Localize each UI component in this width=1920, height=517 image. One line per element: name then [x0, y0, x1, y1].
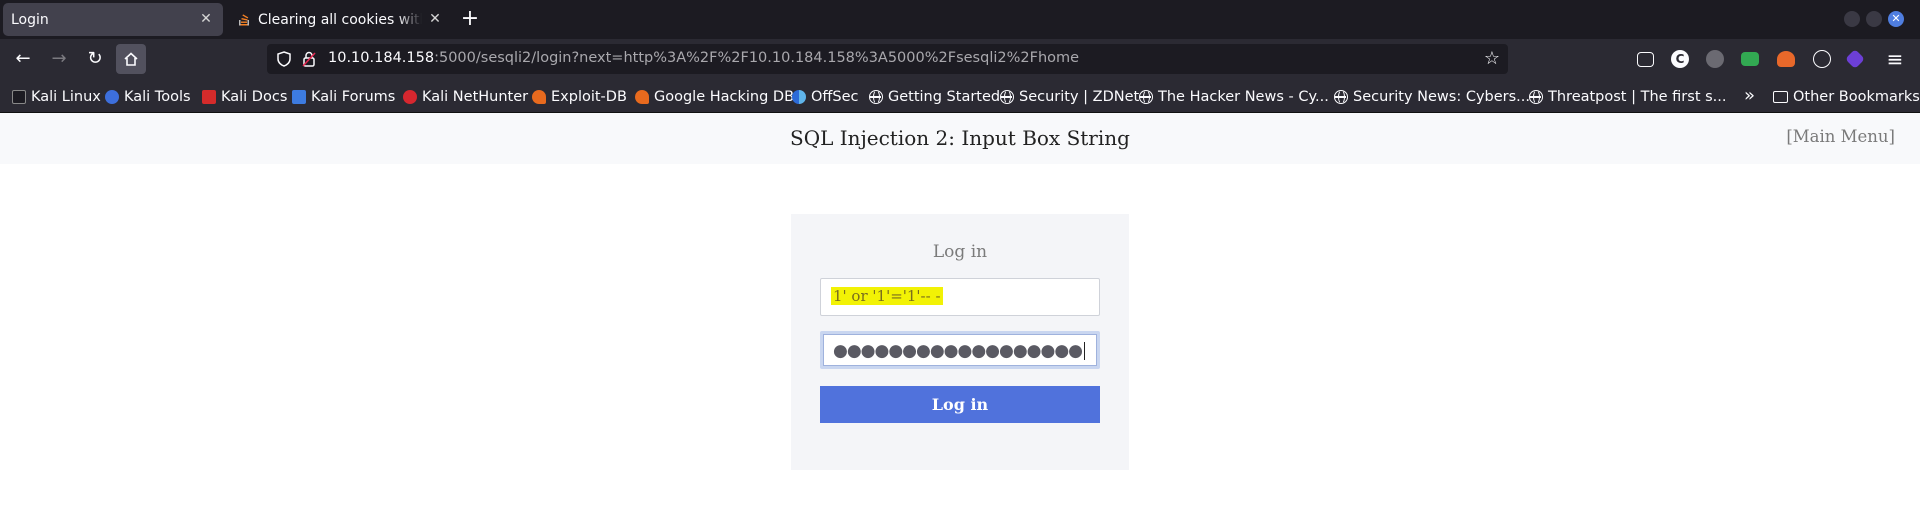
bookmark-hacker-news[interactable]: The Hacker News - Cy... — [1139, 87, 1329, 107]
bookmark-label: Kali Tools — [124, 89, 191, 105]
bookmark-label: Security | ZDNet — [1019, 89, 1140, 105]
stackoverflow-icon — [239, 14, 249, 26]
login-heading: Log in — [932, 242, 988, 262]
kali-dragon-icon — [12, 90, 26, 104]
close-window-button[interactable]: ✕ — [1888, 11, 1904, 27]
minimize-button[interactable] — [1844, 11, 1860, 27]
back-button[interactable]: ← — [8, 44, 38, 74]
text-caret — [1084, 342, 1086, 360]
bookmark-security-news[interactable]: Security News: Cybers... — [1334, 87, 1530, 107]
kali-docs-icon — [202, 90, 216, 104]
kali-tools-icon — [105, 90, 119, 104]
reload-button[interactable]: ↻ — [80, 44, 110, 74]
bookmark-label: Getting Started — [888, 89, 1001, 105]
extension-circle-icon[interactable] — [1706, 50, 1724, 68]
bookmark-label: Google Hacking DB — [654, 89, 795, 105]
tab-label: Login — [11, 11, 49, 28]
bookmark-label: OffSec — [811, 89, 859, 105]
bookmark-kali-linux[interactable]: Kali Linux — [12, 87, 101, 107]
username-value: 1' or '1'='1'-- - — [831, 287, 943, 305]
username-input[interactable]: 1' or '1'='1'-- - — [820, 278, 1100, 316]
bookmark-label: Security News: Cybers... — [1353, 89, 1531, 105]
page-header: SQL Injection 2: Input Box String [Main … — [0, 113, 1920, 164]
bookmark-star-icon[interactable]: ☆ — [1484, 48, 1500, 69]
kali-forums-icon — [292, 90, 306, 104]
bookmark-label: Kali Linux — [31, 89, 101, 105]
bookmark-label: Exploit-DB — [551, 89, 627, 105]
password-value: ●●●●●●●●●●●●●●●●●● — [833, 341, 1086, 361]
globe-icon — [1139, 90, 1153, 104]
tab-login[interactable]: Login ✕ — [3, 3, 223, 36]
globe-icon — [1000, 90, 1014, 104]
other-bookmarks[interactable]: Other Bookmarks — [1773, 87, 1920, 107]
bookmark-threatpost[interactable]: Threatpost | The first s... — [1529, 87, 1727, 107]
address-bar[interactable]: 10.10.184.158:5000/sesqli2/login?next=ht… — [267, 44, 1508, 74]
bookmark-google-hacking-db[interactable]: Google Hacking DB — [635, 87, 794, 107]
new-tab-button[interactable]: + — [458, 6, 482, 32]
tracking-protection-icon[interactable] — [275, 50, 293, 68]
bookmarks-toolbar: Kali Linux Kali Tools Kali Docs Kali For… — [0, 79, 1920, 113]
bookmark-label: The Hacker News - Cy... — [1158, 89, 1329, 105]
globe-icon — [1334, 90, 1348, 104]
bookmark-kali-forums[interactable]: Kali Forums — [292, 87, 395, 107]
foxyproxy-icon[interactable] — [1777, 51, 1795, 67]
bookmark-label: Kali NetHunter — [422, 89, 529, 105]
url-text: 10.10.184.158:5000/sesqli2/login?next=ht… — [328, 50, 1079, 66]
bookmark-offsec[interactable]: OffSec — [792, 87, 859, 107]
tab-clearing-cookies[interactable]: Clearing all cookies with JavaScript ✕ — [228, 3, 452, 36]
main-menu-link[interactable]: [Main Menu] — [1786, 127, 1895, 146]
home-icon — [124, 52, 138, 66]
bookmark-zdnet[interactable]: Security | ZDNet — [1000, 87, 1139, 107]
login-button[interactable]: Log in — [820, 386, 1100, 423]
bookmark-kali-tools[interactable]: Kali Tools — [105, 87, 191, 107]
bookmarks-overflow-chevron-icon[interactable]: » — [1744, 85, 1755, 106]
tab-strip: Login ✕ Clearing all cookies with JavaSc… — [0, 0, 1920, 39]
close-tab-icon[interactable]: ✕ — [196, 9, 216, 29]
home-button[interactable] — [116, 44, 146, 74]
globe-icon — [1529, 90, 1543, 104]
bookmark-kali-nethunter[interactable]: Kali NetHunter — [403, 87, 528, 107]
navigation-toolbar: ← → ↻ 10.10.184.158:5000/sesqli2/login?n… — [0, 39, 1920, 79]
pocket-icon[interactable] — [1637, 52, 1654, 67]
nethunter-icon — [403, 90, 417, 104]
ghdb-icon — [635, 90, 649, 104]
bookmark-exploit-db[interactable]: Exploit-DB — [532, 87, 627, 107]
bookmark-label: Other Bookmarks — [1793, 89, 1920, 105]
bookmark-label: Kali Forums — [311, 89, 396, 105]
insecure-lock-icon[interactable] — [300, 50, 318, 68]
login-panel: Log in 1' or '1'='1'-- - ●●●●●●●●●●●●●●●… — [791, 214, 1129, 470]
bookmark-label: Threatpost | The first s... — [1548, 89, 1727, 105]
url-path: :5000/sesqli2/login?next=http%3A%2F%2F10… — [434, 50, 1080, 66]
forward-button[interactable]: → — [44, 44, 74, 74]
bookmark-kali-docs[interactable]: Kali Docs — [202, 87, 287, 107]
password-mask: ●●●●●●●●●●●●●●●●●● — [833, 341, 1083, 361]
wappalyzer-icon[interactable] — [1845, 49, 1865, 69]
close-tab-icon[interactable]: ✕ — [425, 9, 445, 29]
cookie-editor-icon[interactable]: C — [1671, 50, 1689, 68]
tab-label: Clearing all cookies with JavaScript — [258, 11, 422, 28]
page-title: SQL Injection 2: Input Box String — [790, 126, 1130, 150]
bookmark-label: Kali Docs — [221, 89, 288, 105]
globe-icon — [869, 90, 883, 104]
maximize-button[interactable] — [1866, 11, 1882, 27]
folder-icon — [1773, 91, 1788, 103]
url-host: 10.10.184.158 — [328, 50, 435, 66]
password-input[interactable]: ●●●●●●●●●●●●●●●●●● — [820, 331, 1100, 369]
offsec-icon — [792, 90, 806, 104]
bookmark-getting-started[interactable]: Getting Started — [869, 87, 1000, 107]
menu-icon[interactable]: ≡ — [1880, 44, 1910, 74]
exploit-db-icon — [532, 90, 546, 104]
extension-green-icon[interactable] — [1741, 52, 1759, 66]
globe-extension-icon[interactable] — [1813, 50, 1831, 68]
